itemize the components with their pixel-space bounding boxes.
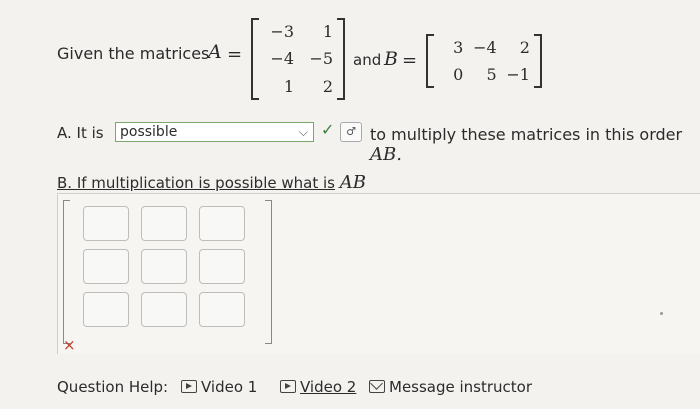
equals-sign-a: = [227,44,243,65]
part-b-label: B. If multiplication is possible what is… [57,172,366,193]
play-icon [181,380,197,393]
answer-bracket-right [265,200,272,344]
matrix-b: 3 −4 2 0 5 −1 [426,34,542,88]
answer-cell-input[interactable] [141,249,187,284]
video-2-link[interactable]: Video 2 [280,378,356,396]
matrix-a-cell: 1 [322,22,333,42]
matrix-b-cell: 2 [519,38,530,57]
attempt-icon[interactable]: ♂ [340,122,362,142]
part-a-label: A. It is [57,124,104,142]
part-b-product-name: AB [339,172,366,193]
matrix-b-cell: −4 [473,38,497,57]
matrix-b-cell: 3 [453,38,464,57]
video-1-link[interactable]: Video 1 [181,378,257,396]
answer-matrix-grid [83,206,245,327]
answer-cell-input[interactable] [83,292,129,327]
video-1-label: Video 1 [201,378,258,396]
matrix-a-cell: −5 [309,49,333,69]
matrix-b-cell: 0 [453,65,464,84]
play-icon [280,380,296,393]
matrix-a-cell: −4 [270,49,294,69]
and-label: and [353,51,382,69]
video-2-label: Video 2 [300,378,357,396]
help-label: Question Help: [57,378,169,396]
incorrect-icon: × [63,336,76,354]
message-instructor-link[interactable]: Message instructor [369,378,532,396]
part-a: A. It is possible ⌵ ✓ ♂ to multiply thes… [57,120,697,165]
answer-cell-input[interactable] [83,249,129,284]
matrix-b-cell: 5 [486,65,497,84]
matrix-a-cell: −3 [270,22,294,42]
part-a-text: to multiply these matrices in this order… [370,125,697,165]
answer-cell-input[interactable] [199,249,245,284]
answer-bracket-left [63,200,70,344]
part-a-product-name: AB. [370,144,402,165]
matrix-a-cell: 2 [322,76,333,96]
given-label: Given the matrices [57,44,210,63]
select-value: possible [120,124,178,140]
matrix-b-cell: −1 [506,65,530,84]
problem-statement: Given the matrices A = −3 1 −4 −5 1 2 an… [57,18,697,104]
message-label: Message instructor [389,378,533,396]
answer-cell-input[interactable] [83,206,129,241]
possibility-select[interactable]: possible ⌵ [115,122,314,142]
matrix-a-cell: 1 [283,76,294,96]
answer-area [57,193,700,354]
chevron-down-icon: ⌵ [298,125,308,139]
answer-cell-input[interactable] [199,292,245,327]
checkmark-icon: ✓ [321,120,335,139]
answer-cell-input[interactable] [141,206,187,241]
part-a-rest-text: to multiply these matrices in this order [370,125,683,144]
mail-icon [369,380,385,393]
part-b-question: B. If multiplication is possible what is [57,174,335,192]
equals-sign-b: = [402,50,418,71]
matrix-a: −3 1 −4 −5 1 2 [251,18,345,100]
answer-cell-input[interactable] [141,292,187,327]
resize-handle[interactable] [660,312,663,315]
answer-cell-input[interactable] [199,206,245,241]
matrix-b-name: B [384,48,398,70]
matrix-a-name: A [208,41,222,63]
